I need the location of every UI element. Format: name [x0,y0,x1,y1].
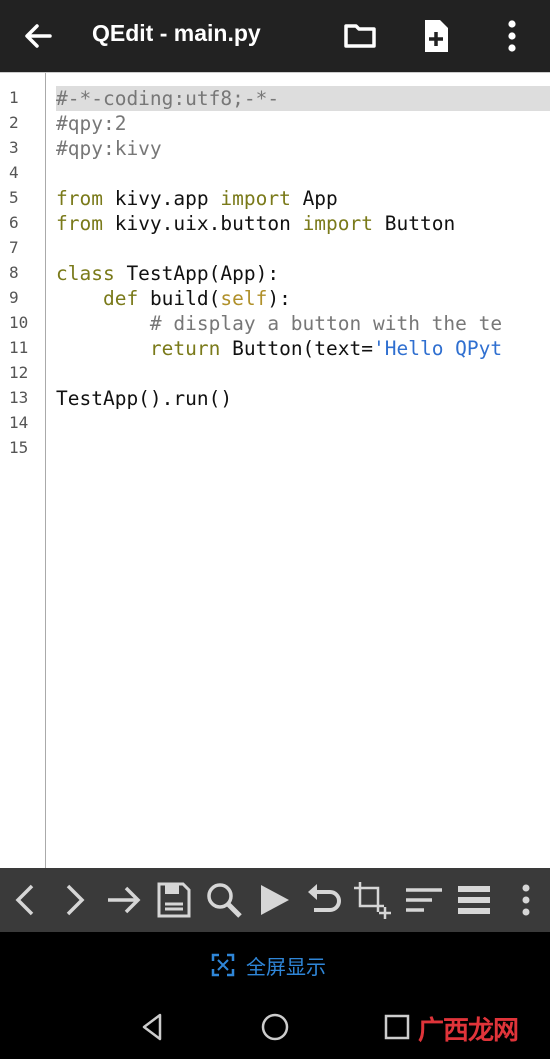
editor-toolbar [0,868,550,932]
folder-icon[interactable] [340,16,380,56]
code-line[interactable]: #qpy:2 [56,111,126,136]
line-number: 1 [9,88,19,107]
play-icon[interactable] [254,880,294,920]
line-number: 10 [9,313,29,332]
align-left-icon[interactable] [404,880,444,920]
line-number: 6 [9,213,19,232]
line-number: 15 [9,438,29,457]
back-arrow-icon[interactable] [20,18,56,54]
arrow-right-icon[interactable] [104,880,144,920]
save-icon[interactable] [154,880,194,920]
fullscreen-label: 全屏显示 [246,954,326,979]
line-number: 3 [9,138,19,157]
line-number: 2 [9,113,19,132]
code-line[interactable]: #-*-coding:utf8;-*- [56,86,550,111]
line-number: 12 [9,363,29,382]
fullscreen-icon [211,953,235,977]
code-line[interactable]: from kivy.uix.button import Button [56,211,455,236]
line-number: 8 [9,263,19,282]
fullscreen-bar: 全屏显示 [0,932,550,996]
search-icon[interactable] [204,880,244,920]
code-area[interactable]: #-*-coding:utf8;-*- #qpy:2 #qpy:kivy fro… [56,73,550,869]
watermark: 广西龙网 [418,1016,519,1046]
nav-home-icon[interactable] [258,1010,292,1044]
line-number: 5 [9,188,19,207]
code-line[interactable]: return Button(text='Hello QPyt [56,336,502,361]
crop-add-icon[interactable] [352,880,392,920]
fullscreen-button[interactable]: 全屏显示 [210,952,326,979]
system-nav-bar: 广西龙网 [0,996,550,1059]
code-line[interactable]: #qpy:kivy [56,136,162,161]
new-file-icon[interactable] [416,16,456,56]
line-number-gutter: 1 2 3 4 5 6 7 8 9 10 11 12 13 14 15 [0,73,46,869]
undo-icon[interactable] [304,880,344,920]
code-line[interactable]: TestApp().run() [56,386,232,411]
nav-recents-icon[interactable] [380,1010,414,1044]
code-editor[interactable]: 1 2 3 4 5 6 7 8 9 10 11 12 13 14 15 #-*-… [0,72,550,869]
more-vert-icon[interactable] [506,880,546,920]
nav-back-icon[interactable] [136,1010,170,1044]
line-number: 4 [9,163,19,182]
line-number: 11 [9,338,29,357]
line-number: 7 [9,238,19,257]
list-icon[interactable] [454,880,494,920]
line-number: 13 [9,388,29,407]
more-vert-icon[interactable] [492,16,532,56]
code-line[interactable]: def build(self): [56,286,291,311]
code-line[interactable]: class TestApp(App): [56,261,279,286]
app-bar: QEdit - main.py [0,0,550,72]
chevron-left-icon[interactable] [6,880,46,920]
code-line[interactable]: # display a button with the te [56,311,502,336]
line-number: 9 [9,288,19,307]
chevron-right-icon[interactable] [54,880,94,920]
line-number: 14 [9,413,29,432]
app-title: QEdit - main.py [92,20,261,46]
code-line[interactable]: from kivy.app import App [56,186,338,211]
